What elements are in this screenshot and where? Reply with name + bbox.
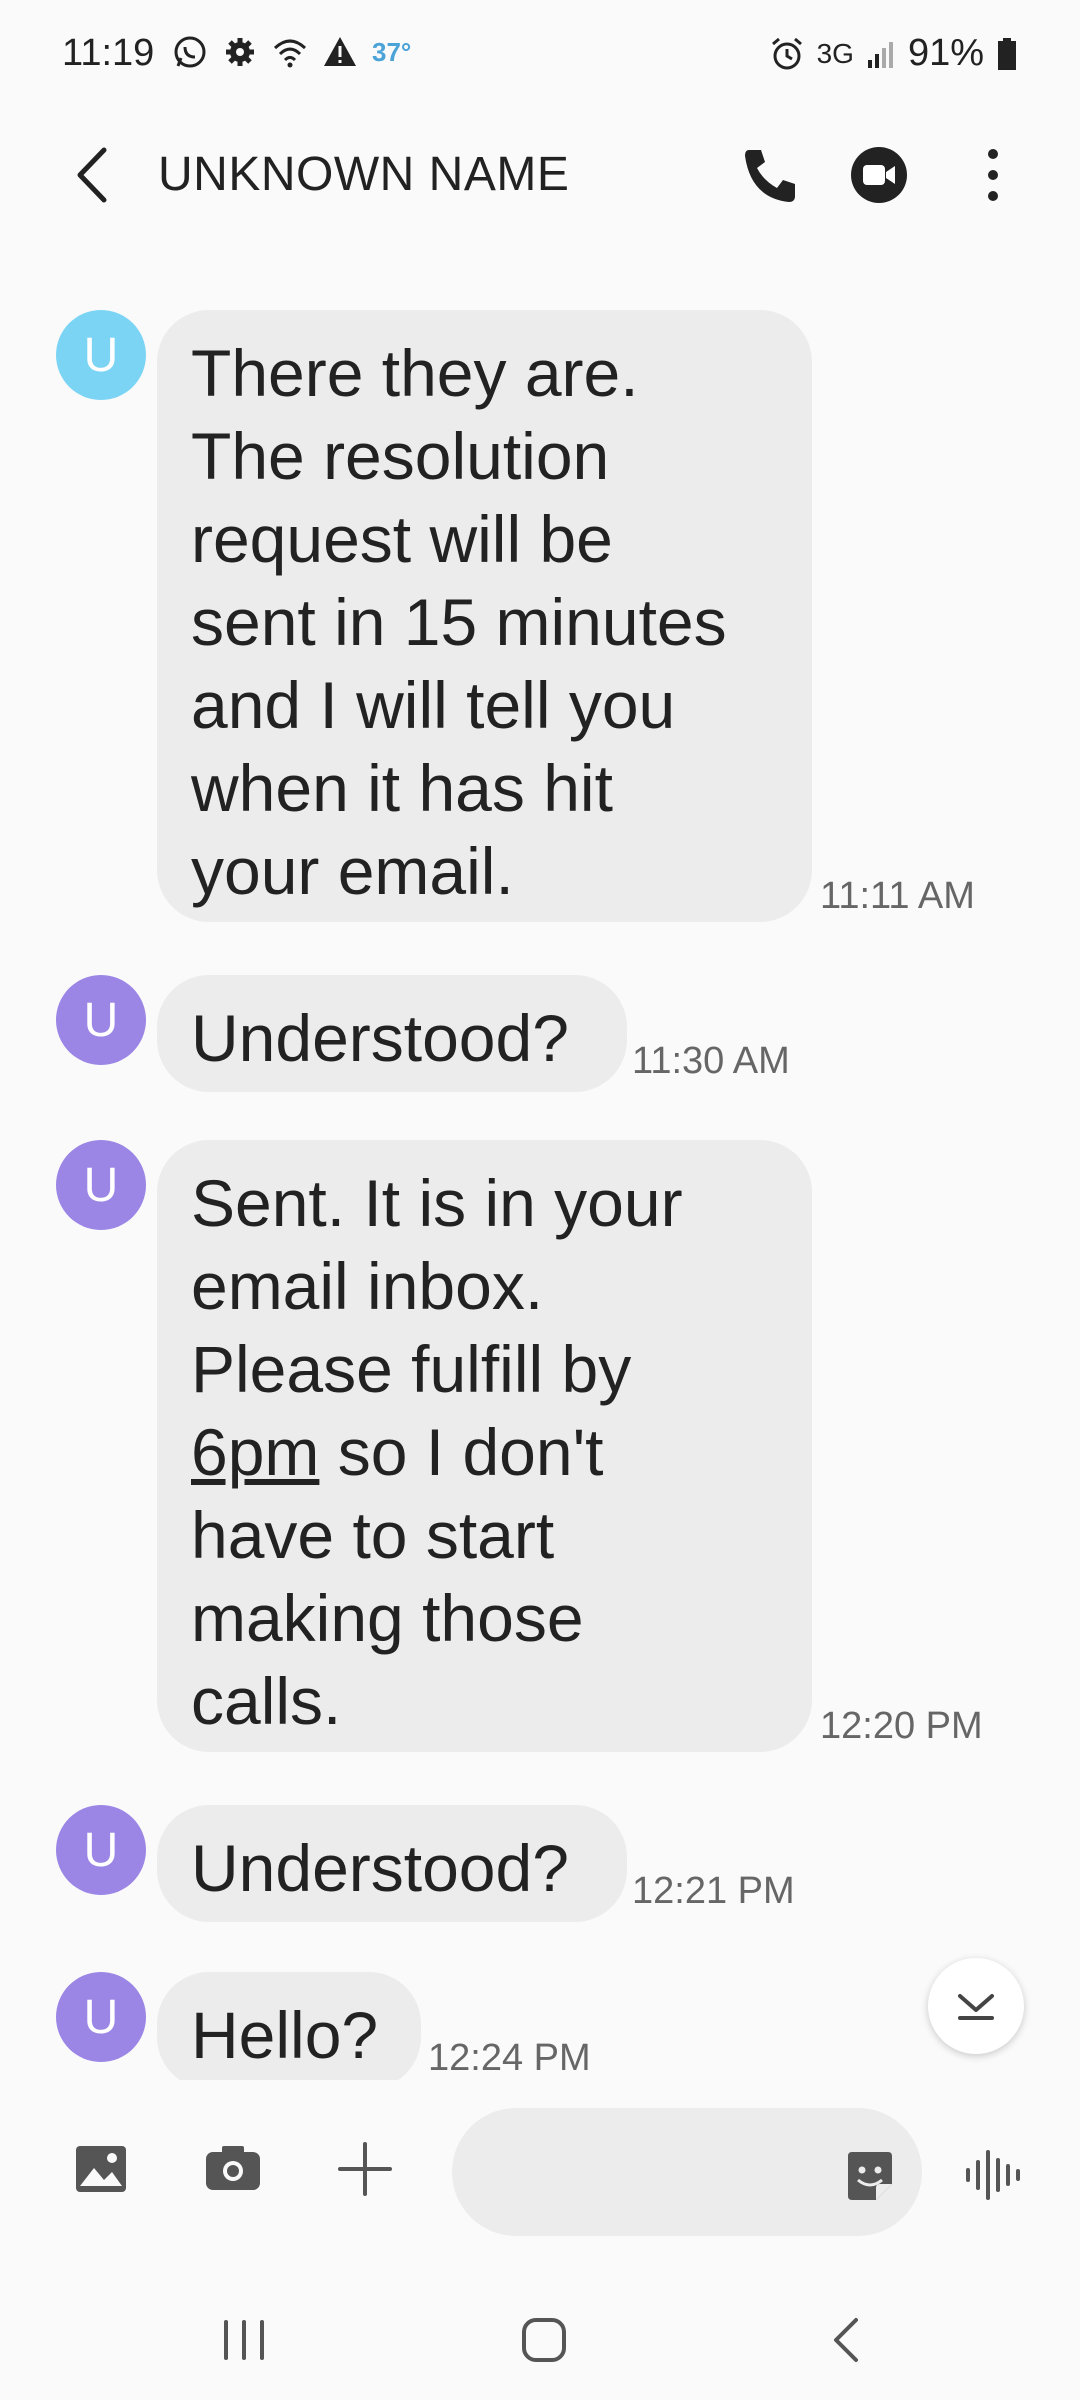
- avatar-initial: U: [83, 1158, 119, 1212]
- message-timestamp: 11:11 AM: [820, 875, 975, 917]
- message-bubble[interactable]: Sent. It is in your email inbox. Please …: [157, 1140, 812, 1752]
- camera-icon[interactable]: [198, 2134, 268, 2204]
- conversation-header: UNKNOWN NAME: [0, 120, 1080, 230]
- back-arrow-icon[interactable]: [62, 140, 122, 210]
- message-list[interactable]: U There they are. The resolution request…: [0, 240, 1080, 2080]
- composer-bar: [0, 2090, 1080, 2250]
- message-item: U There they are. The resolution request…: [0, 310, 1080, 930]
- battery-icon: [998, 37, 1016, 70]
- wifi-icon: [273, 39, 307, 68]
- message-line: Understood?: [191, 1001, 569, 1075]
- message-line: request will be: [191, 502, 613, 576]
- avatar[interactable]: U: [56, 1805, 146, 1895]
- settings-icon: [226, 38, 254, 66]
- message-timestamp: 11:30 AM: [632, 1040, 790, 1082]
- scroll-down-icon: [958, 1994, 994, 2020]
- message-line: sent in 15 minutes: [191, 585, 727, 659]
- message-line: have to start: [191, 1498, 555, 1572]
- scroll-to-bottom-button[interactable]: [928, 1958, 1024, 2054]
- nav-back-icon[interactable]: [818, 2310, 878, 2370]
- avatar-initial: U: [83, 328, 119, 382]
- avatar-initial: U: [83, 1990, 119, 2044]
- message-timestamp: 12:21 PM: [632, 1870, 795, 1912]
- message-line: 6pm so I don't: [191, 1411, 778, 1494]
- video-icon[interactable]: [846, 142, 912, 208]
- contact-name: UNKNOWN NAME: [158, 148, 570, 201]
- message-line: and I will tell you: [191, 668, 676, 742]
- message-line: making those: [191, 1581, 584, 1655]
- more-icon[interactable]: [960, 142, 1026, 208]
- avatar[interactable]: U: [56, 1140, 146, 1230]
- message-bubble[interactable]: There they are. The resolution request w…: [157, 310, 812, 922]
- message-line: There they are.: [191, 336, 639, 410]
- message-bubble[interactable]: Understood?: [157, 975, 627, 1092]
- avatar[interactable]: U: [56, 1972, 146, 2062]
- message-timestamp: 12:20 PM: [820, 1705, 983, 1747]
- message-item: U Sent. It is in your email inbox. Pleas…: [0, 1140, 1080, 1760]
- avatar[interactable]: U: [56, 310, 146, 400]
- message-line: Understood?: [191, 1831, 569, 1905]
- message-line-rest: so I don't: [337, 1415, 604, 1489]
- phone-icon[interactable]: [737, 142, 803, 208]
- warning-icon: [324, 37, 356, 66]
- message-line: when it has hit: [191, 751, 613, 825]
- message-timestamp: 12:24 PM: [428, 2037, 591, 2079]
- system-nav-bar: [0, 2270, 1080, 2400]
- temperature-badge: 37°: [372, 36, 412, 67]
- message-input[interactable]: [482, 2138, 846, 2206]
- message-bubble[interactable]: Hello?: [157, 1972, 421, 2080]
- status-time: 11:19: [62, 32, 155, 74]
- message-line: The resolution: [191, 419, 610, 493]
- status-system: 3G 91%: [769, 32, 1018, 75]
- time-link[interactable]: 6pm: [191, 1415, 319, 1489]
- message-item: U Hello? 12:24 PM: [0, 1972, 1080, 2080]
- battery-percent: 91%: [907, 32, 984, 74]
- message-line: calls.: [191, 1664, 342, 1738]
- sticker-icon[interactable]: [842, 2148, 898, 2204]
- message-line: Please fulfill by: [191, 1332, 632, 1406]
- avatar-initial: U: [83, 1823, 119, 1877]
- home-icon[interactable]: [514, 2310, 574, 2370]
- message-item: U Understood? 11:30 AM: [0, 975, 1080, 1095]
- alarm-icon: [771, 37, 802, 69]
- message-line: Sent. It is in your: [191, 1166, 683, 1240]
- status-bar: 11:19 37° 3G 91%: [0, 0, 1080, 110]
- message-line: email inbox.: [191, 1249, 544, 1323]
- signal-icon: [867, 41, 893, 68]
- whatsapp-icon: [174, 36, 206, 68]
- network-type: 3G: [816, 37, 854, 69]
- message-item: U Understood? 12:21 PM: [0, 1805, 1080, 1925]
- voice-icon[interactable]: [958, 2140, 1028, 2210]
- avatar-initial: U: [83, 993, 119, 1047]
- status-notifications: 37°: [172, 34, 411, 70]
- recent-apps-icon[interactable]: [214, 2310, 274, 2370]
- message-line: Hello?: [191, 1998, 379, 2072]
- message-bubble[interactable]: Understood?: [157, 1805, 627, 1922]
- gallery-icon[interactable]: [66, 2134, 136, 2204]
- plus-icon[interactable]: [330, 2134, 400, 2204]
- message-line: your email.: [191, 834, 514, 908]
- message-input-wrapper: [452, 2108, 922, 2236]
- avatar[interactable]: U: [56, 975, 146, 1065]
